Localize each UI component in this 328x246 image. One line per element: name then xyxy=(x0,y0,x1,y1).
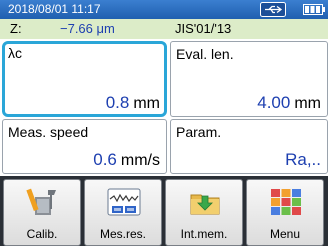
waveform-result-icon xyxy=(107,188,141,216)
eval-length-label: Eval. len. xyxy=(176,46,234,62)
z-value: −7.66 μm xyxy=(60,21,115,36)
eval-length-value-group: 4.00 mm xyxy=(257,93,321,113)
param-label: Param. xyxy=(176,124,222,140)
eval-length-value: 4.00 xyxy=(257,93,291,112)
meas-speed-card[interactable]: Meas. speed 0.6 mm/s xyxy=(2,119,167,174)
param-value: Ra,.. xyxy=(285,150,321,169)
screen: 2018/08/01 11:17 Z: −7.66 μm JIS'01/'13 … xyxy=(0,0,328,246)
z-info-row: Z: −7.66 μm JIS'01/'13 xyxy=(0,19,328,39)
calib-label: Calib. xyxy=(26,227,58,241)
cutoff-value: 0.8 xyxy=(105,93,130,112)
cutoff-value-group: 0.8 mm xyxy=(106,93,160,113)
meas-speed-value-group: 0.6 mm/s xyxy=(93,150,160,170)
cutoff-card[interactable]: λc 0.8 mm xyxy=(2,41,167,117)
menu-label: Menu xyxy=(269,227,301,241)
z-label: Z: xyxy=(10,21,22,36)
meas-speed-value: 0.6 xyxy=(93,150,117,169)
meas-speed-label: Meas. speed xyxy=(8,124,89,140)
menu-button[interactable]: Menu xyxy=(246,179,324,246)
menu-grid-icon xyxy=(271,189,301,215)
param-card[interactable]: Param. Ra,.. xyxy=(170,119,328,174)
cutoff-label: λc xyxy=(8,45,22,61)
int-mem-label: Int.mem. xyxy=(180,227,228,241)
standard-label: JIS'01/'13 xyxy=(175,21,232,36)
int-mem-button[interactable]: Int.mem. xyxy=(165,179,243,246)
eval-length-card[interactable]: Eval. len. 4.00 mm xyxy=(170,41,328,117)
meas-speed-unit: mm/s xyxy=(120,152,160,169)
status-bar: 2018/08/01 11:17 xyxy=(0,0,328,19)
mes-res-label: Mes.res. xyxy=(99,227,146,241)
calib-button[interactable]: Calib. xyxy=(3,179,81,246)
folder-save-icon xyxy=(190,194,220,215)
button-bar: Calib. Mes.res. Int.mem. Menu xyxy=(0,176,328,246)
battery-icon xyxy=(303,4,325,15)
date-time: 2018/08/01 11:17 xyxy=(8,2,101,16)
mes-res-button[interactable]: Mes.res. xyxy=(84,179,162,246)
calibration-tools-icon xyxy=(26,188,56,215)
usb-icon xyxy=(260,2,286,17)
cutoff-unit: mm xyxy=(133,95,160,112)
eval-length-unit: mm xyxy=(294,95,321,112)
